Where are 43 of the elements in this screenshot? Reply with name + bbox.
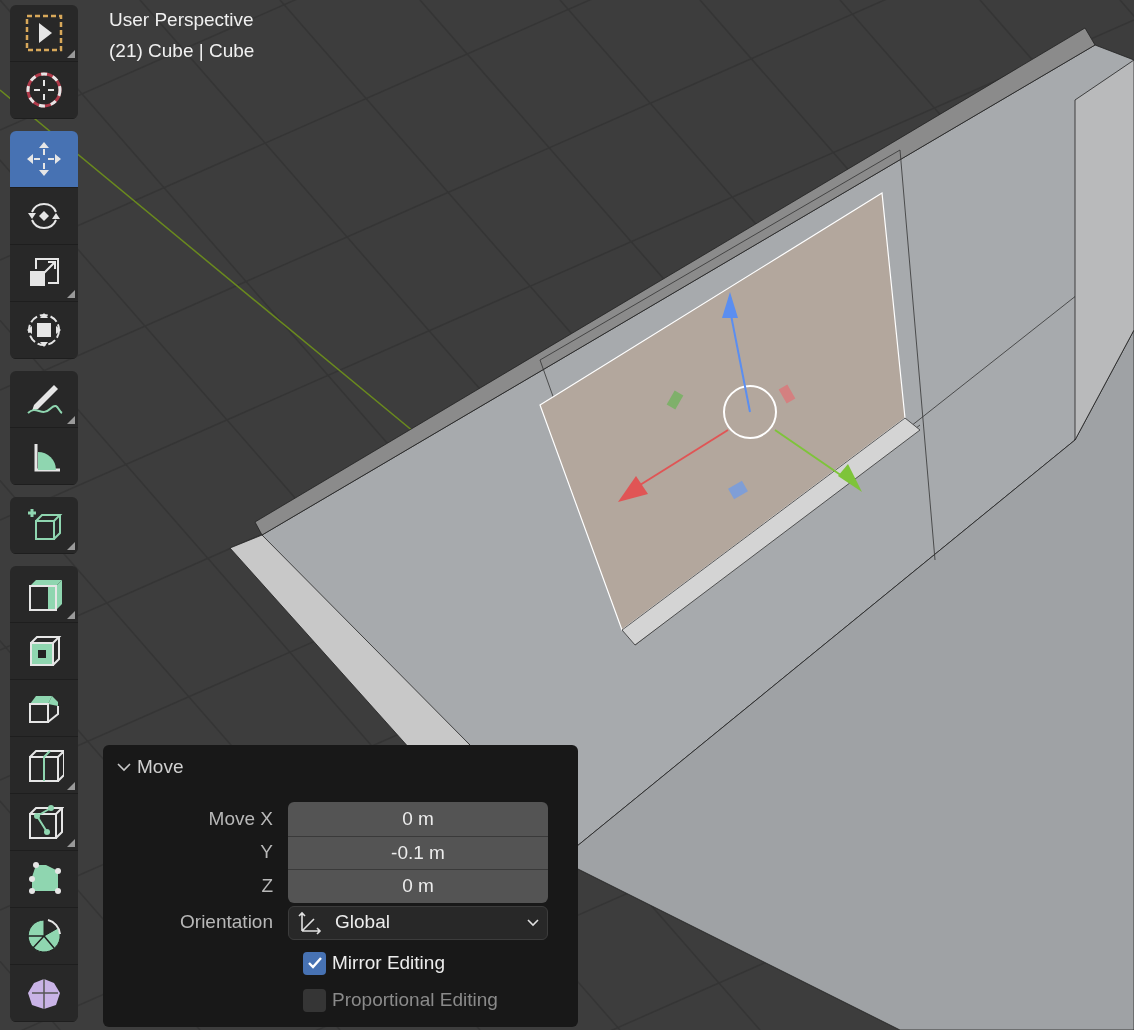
- tool-button[interactable]: [10, 428, 78, 485]
- tool-button[interactable]: [10, 245, 78, 302]
- tool-button[interactable]: [10, 371, 78, 428]
- axes-icon: [297, 909, 323, 936]
- dropdown-caret-icon: [527, 918, 539, 927]
- corner-triangle-icon: [67, 611, 75, 619]
- tool-button[interactable]: [10, 965, 78, 1022]
- corner-triangle-icon: [67, 542, 75, 550]
- panel-header[interactable]: Move: [103, 745, 578, 789]
- tool-button[interactable]: [10, 566, 78, 623]
- corner-triangle-icon: [67, 416, 75, 424]
- chevron-icon: [117, 762, 131, 772]
- view-name: User Perspective: [109, 8, 255, 32]
- checkbox-option[interactable]: Mirror Editing: [303, 944, 578, 982]
- tool-button[interactable]: [10, 794, 78, 851]
- select-box-icon: [24, 13, 64, 53]
- checkbox[interactable]: [303, 951, 326, 975]
- corner-triangle-icon: [67, 290, 75, 298]
- field-label: Z: [260, 873, 274, 898]
- tool-button[interactable]: [10, 302, 78, 359]
- tool-button[interactable]: [10, 188, 78, 245]
- field-label: Orientation: [179, 910, 274, 935]
- tool-button[interactable]: [10, 737, 78, 794]
- corner-triangle-icon: [67, 782, 75, 790]
- orientation-dropdown[interactable]: Global: [288, 905, 548, 940]
- corner-triangle-icon: [67, 839, 75, 847]
- tool-button[interactable]: [10, 62, 78, 119]
- object-info: (21) Cube | Cube: [109, 39, 255, 63]
- number-field[interactable]: -0.1 m: [288, 835, 548, 869]
- checkmark-icon: [306, 956, 323, 970]
- tool-button[interactable]: [10, 680, 78, 737]
- tool-button[interactable]: [10, 623, 78, 680]
- corner-triangle-icon: [67, 50, 75, 58]
- 3d-cursor-icon: [24, 70, 64, 110]
- tool-button[interactable]: [10, 5, 78, 62]
- field-label: Y: [259, 840, 274, 864]
- tool-button[interactable]: [10, 908, 78, 965]
- number-field[interactable]: 0 m: [288, 869, 548, 903]
- number-field[interactable]: 0 m: [288, 802, 548, 836]
- tool-button[interactable]: [10, 851, 78, 908]
- field-label: Move X: [207, 806, 274, 831]
- tool-button[interactable]: [10, 131, 78, 188]
- tool-button[interactable]: [10, 497, 78, 554]
